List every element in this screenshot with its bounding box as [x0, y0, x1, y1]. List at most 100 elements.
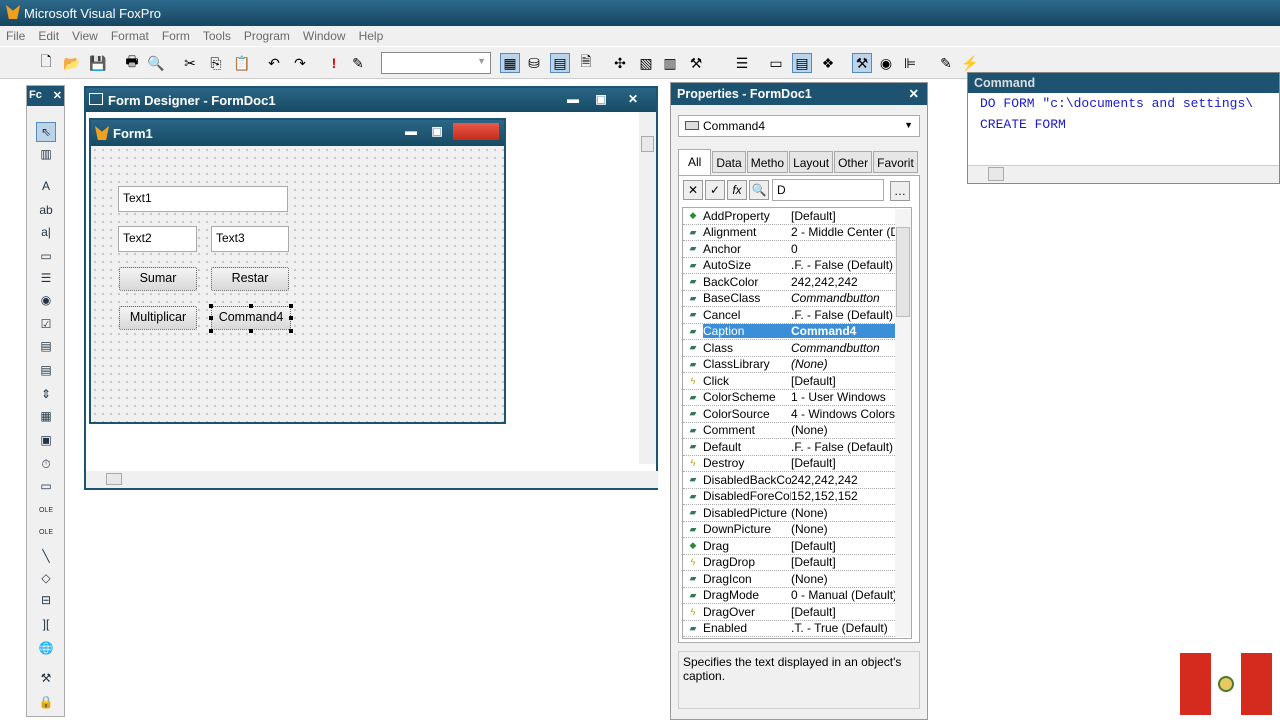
builder-icon[interactable]: ⚒ — [686, 53, 706, 73]
menu-tools[interactable]: Tools — [203, 29, 231, 43]
property-scrollbar[interactable] — [895, 209, 911, 637]
minimize-button[interactable]: ▬ — [400, 123, 422, 140]
menu-form[interactable]: Form — [162, 29, 190, 43]
separator-icon[interactable]: ][ — [36, 614, 56, 634]
command-group-icon[interactable]: ☰ — [36, 268, 56, 288]
print-icon[interactable]: 🖶 — [122, 53, 142, 73]
property-row[interactable]: ▰ Comment (None) — [683, 423, 911, 439]
property-value[interactable]: 242,242,242 — [791, 275, 895, 289]
wizard-icon[interactable]: ✎ — [936, 53, 956, 73]
accept-edit-button[interactable]: ✓ — [705, 180, 725, 200]
property-row[interactable]: ▰ DragIcon (None) — [683, 571, 911, 588]
close-button[interactable]: ✕ — [622, 91, 644, 108]
shape-icon[interactable]: ◇ — [36, 568, 56, 588]
checkbox-icon[interactable]: ☑ — [36, 314, 56, 334]
toolbar-combo[interactable]: ▼ — [381, 52, 491, 74]
form-designer-icon[interactable]: ▭ — [766, 53, 786, 73]
property-value[interactable]: (None) — [791, 423, 895, 437]
cancel-edit-button[interactable]: ✕ — [683, 180, 703, 200]
command-line-1[interactable]: DO FORM "c:\documents and settings\ — [968, 93, 1279, 114]
horizontal-scrollbar[interactable] — [86, 471, 658, 488]
tab-metho[interactable]: Metho — [746, 151, 789, 173]
spinner-icon[interactable]: ⇕ — [36, 384, 56, 404]
property-value[interactable]: [Default] — [791, 209, 895, 223]
maximize-button[interactable]: ▣ — [426, 123, 448, 140]
property-value[interactable]: Command4 — [791, 324, 895, 339]
property-value[interactable]: .F. - False (Default) — [791, 308, 895, 322]
menu-format[interactable]: Format — [111, 29, 149, 43]
form1-window[interactable]: Form1 ▬ ▣ Text1 Text2 Text3 Sumar Restar … — [89, 118, 506, 424]
textbox-text1[interactable]: Text1 — [118, 186, 288, 212]
open-icon[interactable]: 📂 — [62, 53, 82, 73]
editbox-icon[interactable]: a| — [36, 222, 56, 242]
paste-icon[interactable]: 📋 — [232, 53, 252, 73]
property-row[interactable]: ϟ Click [Default] — [683, 373, 911, 390]
menu-file[interactable]: File — [6, 29, 25, 43]
pageframe-icon[interactable]: ▭ — [36, 476, 56, 496]
layout-icon[interactable]: ▥ — [660, 53, 680, 73]
property-value[interactable]: [Default] — [791, 555, 895, 569]
property-row[interactable]: ▰ ColorScheme 1 - User Windows — [683, 390, 911, 406]
tab-favorit[interactable]: Favorit — [873, 151, 918, 173]
property-value[interactable]: 242,242,242 — [791, 473, 895, 487]
property-value[interactable]: 0 — [791, 242, 895, 256]
minimize-button[interactable]: ▬ — [562, 91, 584, 108]
property-row[interactable]: ◆ Drag [Default] — [683, 538, 911, 555]
property-value[interactable]: Commandbutton — [791, 341, 895, 355]
property-value[interactable]: [Default] — [791, 605, 895, 619]
property-value[interactable]: [Default] — [791, 456, 895, 470]
button-lock-icon[interactable]: 🔒 — [36, 692, 56, 712]
menu-view[interactable]: View — [72, 29, 98, 43]
property-row[interactable]: ▰ Cancel .F. - False (Default) — [683, 307, 911, 324]
property-value[interactable]: Commandbutton — [791, 291, 895, 305]
tab-layout[interactable]: Layout — [789, 151, 834, 173]
view-classes-icon[interactable]: ▥ — [36, 144, 56, 164]
property-value[interactable]: [Default] — [791, 374, 895, 388]
properties-window-icon[interactable]: ▤ — [792, 53, 812, 73]
property-value[interactable]: 0 - Manual (Default) — [791, 588, 895, 602]
property-value[interactable]: (None) — [791, 506, 895, 520]
close-icon[interactable]: ✕ — [909, 86, 919, 101]
property-row[interactable]: ▰ DownPicture (None) — [683, 522, 911, 538]
close-icon[interactable]: ✕ — [53, 89, 62, 102]
ole-bound-icon[interactable]: OLE — [36, 522, 56, 542]
command-button-icon[interactable]: ▭ — [36, 246, 56, 266]
redo-icon[interactable]: ↷ — [290, 53, 310, 73]
menu-help[interactable]: Help — [359, 29, 384, 43]
property-row[interactable]: ▰ AutoSize .F. - False (Default) — [683, 258, 911, 274]
timer-icon[interactable]: ⏱ — [36, 454, 56, 474]
textbox-text3[interactable]: Text3 — [211, 226, 289, 252]
property-row[interactable]: ▰ DisabledPicture (None) — [683, 505, 911, 522]
property-value[interactable]: (None) — [791, 572, 895, 586]
line-icon[interactable]: ╲ — [36, 546, 56, 566]
property-row[interactable]: ▰ ColorSource 4 - Windows Colors — [683, 406, 911, 423]
button-command4-selected[interactable]: Command4 — [211, 306, 291, 330]
listbox-icon[interactable]: ▤ — [36, 360, 56, 380]
zoom-search-button[interactable]: 🔍 — [749, 180, 769, 200]
class-browser-icon[interactable]: ❖ — [818, 53, 838, 73]
property-value[interactable]: 2 - Middle Center (D — [791, 225, 895, 239]
cut-icon[interactable]: ✂ — [180, 53, 200, 73]
tab-data[interactable]: Data — [712, 151, 746, 173]
menu-window[interactable]: Window — [303, 29, 346, 43]
print-preview-icon[interactable]: 🔍 — [146, 53, 166, 73]
modify-icon[interactable]: ✎ — [348, 53, 368, 73]
command-line-2[interactable]: CREATE FORM — [968, 114, 1279, 135]
component-gallery-icon[interactable]: ◉ — [876, 53, 896, 73]
property-row[interactable]: ▰ DisabledBackColor242,242,242 — [683, 472, 911, 489]
textbox-text2[interactable]: Text2 — [118, 226, 197, 252]
menu-program[interactable]: Program — [244, 29, 290, 43]
select-objects-icon[interactable]: ⇖ — [36, 122, 56, 142]
property-value[interactable]: [Default] — [791, 539, 895, 553]
container-icon[interactable]: ⊟ — [36, 590, 56, 610]
align-icon[interactable]: ⊫ — [900, 53, 920, 73]
command-scrollbar[interactable] — [968, 165, 1279, 183]
undo-icon[interactable]: ↶ — [264, 53, 284, 73]
property-row[interactable]: ▰ ClassLibrary (None) — [683, 357, 911, 373]
close-button[interactable] — [453, 123, 499, 140]
property-value[interactable]: .T. - True (Default) — [791, 621, 895, 635]
property-row[interactable]: ▰ Class Commandbutton — [683, 340, 911, 357]
hyperlink-icon[interactable]: 🌐 — [36, 638, 56, 658]
button-restar[interactable]: Restar — [211, 267, 289, 291]
new-file-icon[interactable]: 🗋 — [36, 53, 56, 73]
